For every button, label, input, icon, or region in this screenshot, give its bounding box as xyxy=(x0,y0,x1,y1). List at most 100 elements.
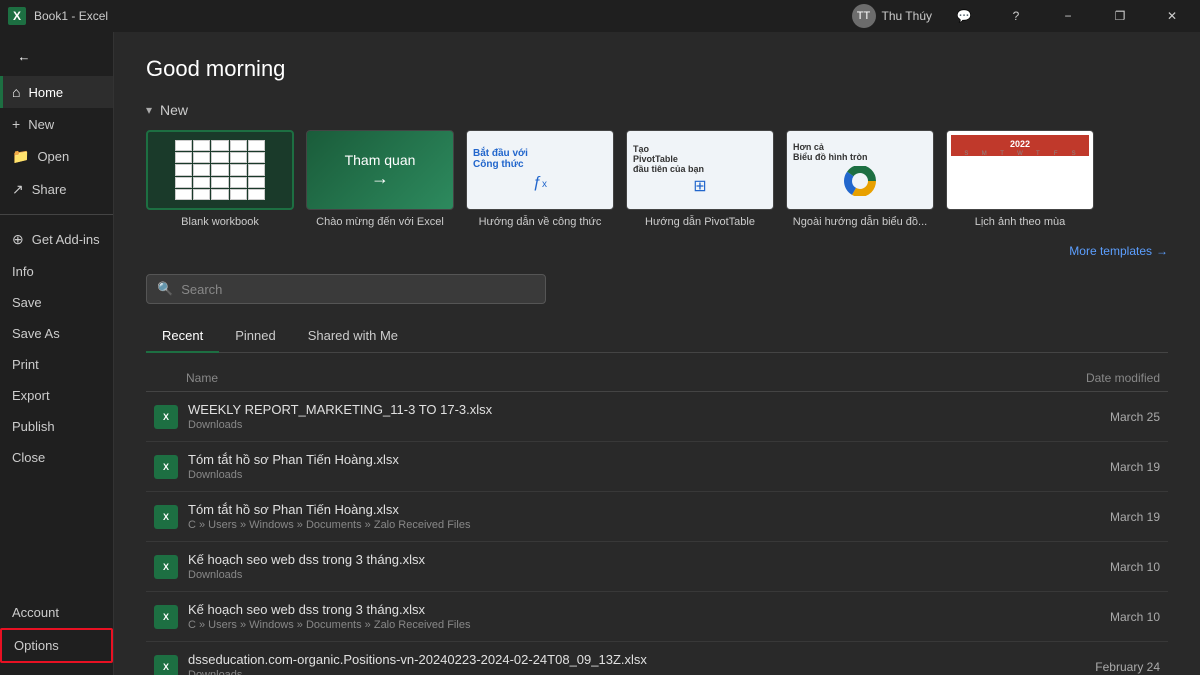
sidebar-item-new[interactable]: + New xyxy=(0,108,113,140)
file-info: Tóm tắt hồ sơ Phan Tiến Hoàng.xlsx C » U… xyxy=(188,502,1080,531)
user-area[interactable]: TT Thu Thúy xyxy=(852,4,932,28)
file-date: March 19 xyxy=(1080,510,1160,524)
content-area: Good morning ▾ New Blank workbook xyxy=(114,32,1200,675)
template-congthuc[interactable]: Bắt đầu vớiCông thức ƒx Hướng dẫn về côn… xyxy=(466,130,614,228)
sidebar-bottom: Account Options xyxy=(0,597,113,671)
template-bieudo[interactable]: Hơn cảBiểu đồ hình tròn Ngoài hướng dẫn … xyxy=(786,130,934,228)
tab-recent[interactable]: Recent xyxy=(146,320,219,353)
file-date: March 25 xyxy=(1080,410,1160,424)
file-name: Kế hoạch seo web dss trong 3 tháng.xlsx xyxy=(188,552,1080,567)
file-row[interactable]: X Tóm tắt hồ sơ Phan Tiến Hoàng.xlsx C »… xyxy=(146,492,1168,542)
template-blank[interactable]: Blank workbook xyxy=(146,130,294,228)
collapse-icon[interactable]: ▾ xyxy=(146,103,152,117)
sidebar-share-label: Share xyxy=(32,182,67,197)
template-lich-label: Lịch ảnh theo mùa xyxy=(975,216,1066,228)
file-row[interactable]: X Kế hoạch seo web dss trong 3 tháng.xls… xyxy=(146,542,1168,592)
open-icon: 📁 xyxy=(12,148,29,165)
sidebar-item-close[interactable]: Close xyxy=(0,442,113,473)
search-icon: 🔍 xyxy=(157,281,173,297)
file-name: Kế hoạch seo web dss trong 3 tháng.xlsx xyxy=(188,602,1080,617)
title-bar: X Book1 - Excel TT Thu Thúy 💬 ? − ❐ ✕ xyxy=(0,0,1200,32)
sidebar-item-print[interactable]: Print xyxy=(0,349,113,380)
file-info: Tóm tắt hồ sơ Phan Tiến Hoàng.xlsx Downl… xyxy=(188,452,1080,481)
file-row[interactable]: X Tóm tắt hồ sơ Phan Tiến Hoàng.xlsx Dow… xyxy=(146,442,1168,492)
more-templates-arrow: → xyxy=(1156,244,1168,258)
file-icon: X xyxy=(154,555,178,579)
template-thamquan[interactable]: Tham quan→ Chào mừng đến với Excel xyxy=(306,130,454,228)
template-pivot-thumb: TạoPivotTableđầu tiên của bạn ⊞ xyxy=(626,130,774,210)
more-templates-link[interactable]: More templates → xyxy=(1069,244,1168,258)
comments-button[interactable]: 💬 xyxy=(944,0,984,32)
file-date: March 10 xyxy=(1080,610,1160,624)
sidebar-item-publish[interactable]: Publish xyxy=(0,411,113,442)
new-section-header: ▾ New xyxy=(146,102,1168,118)
file-row[interactable]: X dsseducation.com-organic.Positions-vn-… xyxy=(146,642,1168,675)
title-bar-right: TT Thu Thúy 💬 ? − ❐ ✕ xyxy=(852,0,1192,32)
file-info: Kế hoạch seo web dss trong 3 tháng.xlsx … xyxy=(188,552,1080,581)
sidebar-open-label: Open xyxy=(37,149,69,164)
sidebar-publish-label: Publish xyxy=(12,419,55,434)
addins-icon: ⊕ xyxy=(12,231,24,248)
template-bieudo-label: Ngoài hướng dẫn biểu đồ... xyxy=(793,216,927,228)
sidebar-item-export[interactable]: Export xyxy=(0,380,113,411)
template-lich-thumb: 2022 S M T W T F S xyxy=(946,130,1094,210)
greeting-text: Good morning xyxy=(146,56,1168,82)
sidebar-item-save[interactable]: Save xyxy=(0,287,113,318)
file-row[interactable]: X WEEKLY REPORT_MARKETING_11-3 TO 17-3.x… xyxy=(146,392,1168,442)
sidebar-saveas-label: Save As xyxy=(12,326,60,341)
file-date: March 10 xyxy=(1080,560,1160,574)
restore-button[interactable]: ❐ xyxy=(1100,0,1140,32)
sidebar-save-label: Save xyxy=(12,295,42,310)
close-button[interactable]: ✕ xyxy=(1152,0,1192,32)
file-name: Tóm tắt hồ sơ Phan Tiến Hoàng.xlsx xyxy=(188,452,1080,467)
sidebar-new-label: New xyxy=(28,117,54,132)
sidebar-item-account[interactable]: Account xyxy=(0,597,113,628)
more-templates-label: More templates xyxy=(1069,244,1152,258)
template-pivot[interactable]: TạoPivotTableđầu tiên của bạn ⊞ Hướng dẫ… xyxy=(626,130,774,228)
new-section-title: New xyxy=(160,102,188,118)
share-icon: ↗ xyxy=(12,181,24,198)
template-thamquan-thumb: Tham quan→ xyxy=(306,130,454,210)
back-button[interactable]: ← xyxy=(8,40,40,72)
file-icon: X xyxy=(154,405,178,429)
sidebar-item-share[interactable]: ↗ Share xyxy=(0,173,113,206)
new-icon: + xyxy=(12,116,20,132)
home-icon: ⌂ xyxy=(12,84,20,100)
tab-pinned[interactable]: Pinned xyxy=(219,320,291,353)
file-row[interactable]: X Kế hoạch seo web dss trong 3 tháng.xls… xyxy=(146,592,1168,642)
sidebar-export-label: Export xyxy=(12,388,50,403)
file-info: dsseducation.com-organic.Positions-vn-20… xyxy=(188,652,1080,675)
minimize-button[interactable]: − xyxy=(1048,0,1088,32)
file-name: WEEKLY REPORT_MARKETING_11-3 TO 17-3.xls… xyxy=(188,402,1080,417)
sidebar-item-addins[interactable]: ⊕ Get Add-ins xyxy=(0,223,113,256)
file-tabs: Recent Pinned Shared with Me xyxy=(146,320,1168,353)
search-container: 🔍 xyxy=(146,274,1168,304)
sidebar-item-home[interactable]: ⌂ Home xyxy=(0,76,113,108)
sidebar-item-info[interactable]: Info xyxy=(0,256,113,287)
more-templates-row: More templates → xyxy=(146,244,1168,258)
user-name: Thu Thúy xyxy=(882,9,932,23)
file-icon: X xyxy=(154,605,178,629)
file-path: C » Users » Windows » Documents » Zalo R… xyxy=(188,619,1080,631)
file-info: Kế hoạch seo web dss trong 3 tháng.xlsx … xyxy=(188,602,1080,631)
sidebar-item-open[interactable]: 📁 Open xyxy=(0,140,113,173)
file-icon: X xyxy=(154,505,178,529)
template-thamquan-label: Chào mừng đến với Excel xyxy=(316,216,444,228)
back-icon: ← xyxy=(18,49,31,64)
sidebar-item-options[interactable]: Options xyxy=(0,628,113,663)
main-layout: ← ⌂ Home + New 📁 Open ↗ Share ⊕ Get Add-… xyxy=(0,32,1200,675)
sidebar-item-saveas[interactable]: Save As xyxy=(0,318,113,349)
sidebar-print-label: Print xyxy=(12,357,39,372)
template-lich[interactable]: 2022 S M T W T F S Lịch ảnh theo mùa xyxy=(946,130,1094,228)
help-button[interactable]: ? xyxy=(996,0,1036,32)
file-path: Downloads xyxy=(188,669,1080,675)
file-icon: X xyxy=(154,655,178,675)
template-congthuc-thumb: Bắt đầu vớiCông thức ƒx xyxy=(466,130,614,210)
search-input[interactable] xyxy=(181,282,535,297)
file-name: Tóm tắt hồ sơ Phan Tiến Hoàng.xlsx xyxy=(188,502,1080,517)
template-congthuc-label: Hướng dẫn về công thức xyxy=(479,216,602,228)
title-bar-left: X Book1 - Excel xyxy=(8,7,108,25)
template-pivot-label: Hướng dẫn PivotTable xyxy=(645,216,755,228)
tab-shared[interactable]: Shared with Me xyxy=(292,320,414,353)
file-path: Downloads xyxy=(188,569,1080,581)
